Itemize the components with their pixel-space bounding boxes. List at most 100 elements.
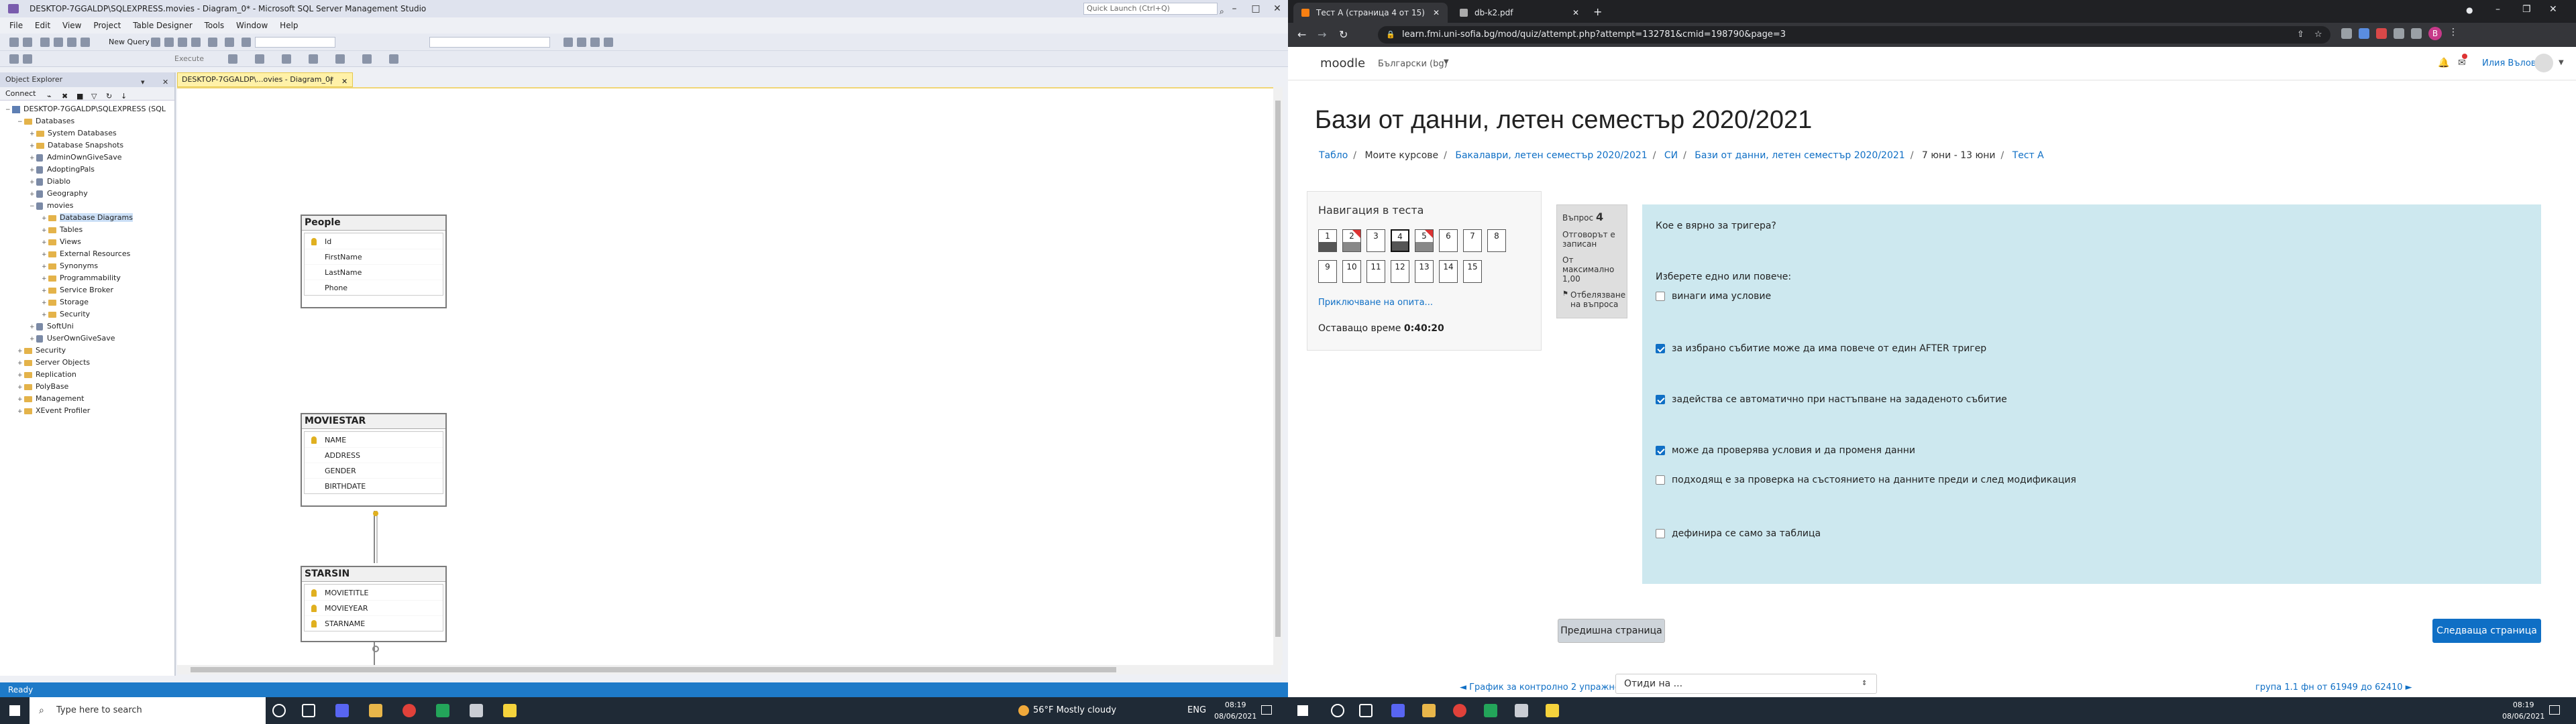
reload-icon[interactable]: ↻ (1339, 28, 1348, 41)
connect-icon[interactable]: ⌁ (47, 90, 52, 103)
tree-node[interactable]: + Management (0, 393, 174, 405)
expand-icon[interactable]: + (17, 357, 24, 369)
properties-icon[interactable] (564, 38, 573, 47)
customize-icon[interactable] (604, 38, 613, 47)
messages-icon[interactable]: ✉ (2458, 58, 2466, 68)
quiz-nav-button[interactable]: 7 (1463, 229, 1482, 252)
chrome-icon[interactable] (1453, 704, 1466, 717)
answer-checkbox[interactable] (1656, 529, 1665, 538)
check-icon[interactable] (228, 54, 237, 64)
table-people[interactable]: People Id FirstName LastName Phone (301, 215, 447, 308)
expand-icon[interactable]: + (17, 394, 24, 406)
table-moviestar[interactable]: MOVIESTAR NAME ADDRESS GENDER BIRTHDATE (301, 413, 447, 507)
expand-icon[interactable]: + (17, 345, 24, 357)
breadcrumb-link[interactable]: Бази от данни, летен семестър 2020/2021 (1695, 150, 1904, 161)
diagram-canvas[interactable]: People Id FirstName LastName Phone MOVIE… (177, 87, 1281, 666)
extension-icon[interactable] (2359, 28, 2369, 39)
new-query-button[interactable]: New Query (98, 37, 150, 48)
file-explorer-icon[interactable] (1422, 704, 1436, 717)
expand-icon[interactable]: + (17, 406, 24, 418)
expand-icon[interactable]: + (42, 261, 48, 273)
language-indicator[interactable]: ENG (1187, 705, 1206, 715)
browser-minimize-button[interactable]: – (2496, 4, 2500, 15)
moodle-logo[interactable]: moodle (1320, 56, 1365, 70)
browser-tab-quiz[interactable]: Тест А (страница 4 от 15) ✕ (1293, 3, 1448, 23)
pin-icon[interactable]: ▾ (141, 75, 145, 90)
column-row[interactable]: NAME (305, 432, 443, 447)
tree-node[interactable]: + AdminOwnGiveSave (0, 152, 174, 164)
column-row[interactable]: MOVIEYEAR (305, 600, 443, 615)
previous-page-button[interactable]: Предишна страница (1558, 619, 1665, 643)
quiz-nav-button[interactable]: 10 (1342, 260, 1361, 283)
tree-node[interactable]: + UserOwnGiveSave (0, 333, 174, 345)
quiz-nav-button[interactable]: 12 (1391, 260, 1409, 283)
filter-icon[interactable]: ▽ (91, 90, 97, 103)
quiz-nav-button[interactable]: 2 (1342, 229, 1361, 252)
tree-node[interactable]: − DESKTOP-7GGALDP\SQLEXPRESS (SQL (0, 103, 174, 115)
stop-icon[interactable]: ■ (76, 90, 83, 103)
breadcrumb-link[interactable]: Тест А (2012, 150, 2044, 161)
menu-window[interactable]: Window (236, 21, 268, 30)
scroll-thumb[interactable] (191, 667, 1116, 672)
column-row[interactable]: BIRTHDATE (305, 478, 443, 493)
quiz-nav-button[interactable]: 5 (1415, 229, 1434, 252)
disconnect-icon[interactable]: ✖ (62, 90, 68, 103)
table-starsin[interactable]: STARSIN MOVIETITLE MOVIEYEAR STARNAME (301, 566, 447, 642)
tree-node[interactable]: + Geography (0, 188, 174, 200)
menu-help[interactable]: Help (280, 21, 298, 30)
menu-edit[interactable]: Edit (35, 21, 50, 30)
tab-close-icon[interactable]: ✕ (341, 75, 347, 88)
column-row[interactable]: LastName (305, 264, 443, 280)
forward-icon[interactable] (23, 38, 32, 47)
windows-start-icon[interactable] (1297, 705, 1308, 716)
menu-project[interactable]: Project (93, 21, 121, 30)
column-row[interactable]: ADDRESS (305, 447, 443, 463)
quiz-nav-button[interactable]: 1 (1318, 229, 1337, 252)
quiz-nav-button[interactable]: 11 (1366, 260, 1385, 283)
grid-icon[interactable] (241, 38, 251, 47)
expand-icon[interactable]: + (42, 273, 48, 285)
tree-node[interactable]: + Service Broker (0, 284, 174, 296)
browser-close-button[interactable]: ✕ (2549, 4, 2557, 15)
extension-icon[interactable] (2341, 28, 2352, 39)
menu-file[interactable]: File (9, 21, 23, 30)
flag-question-link[interactable]: ⚑ Отбелязване на въпроса (1562, 290, 1625, 309)
tree-node[interactable]: + Synonyms (0, 260, 174, 272)
oe-close-icon[interactable]: ✕ (162, 75, 168, 90)
tree-node[interactable]: + Database Snapshots (0, 139, 174, 152)
expand-icon[interactable]: + (42, 225, 48, 237)
new-icon[interactable] (40, 38, 50, 47)
tree-node[interactable]: + XEvent Profiler (0, 405, 174, 417)
new-tab-icon[interactable]: + (1593, 5, 1602, 18)
next-page-button[interactable]: Следваща страница (2432, 619, 2541, 643)
answer-checkbox[interactable] (1656, 292, 1665, 301)
database-icon[interactable] (23, 54, 32, 64)
tab-close-icon[interactable]: ✕ (1433, 3, 1440, 23)
expand-icon[interactable]: + (30, 164, 36, 176)
tree-node[interactable]: + Server Objects (0, 357, 174, 369)
language-menu[interactable]: Български (bg) (1378, 59, 1448, 69)
column-row[interactable]: Phone (305, 280, 443, 295)
expand-icon[interactable]: + (30, 152, 36, 164)
tree-node[interactable]: + Security (0, 308, 174, 320)
browser-maximize-button[interactable]: ❐ (2522, 4, 2531, 15)
chrome-icon[interactable] (402, 704, 416, 717)
bookmark-star-icon[interactable]: ☆ (2314, 26, 2322, 44)
toolbox-icon[interactable] (590, 38, 600, 47)
tree-node[interactable]: + Security (0, 345, 174, 357)
diagram-vertical-scrollbar[interactable] (1273, 87, 1283, 665)
menu-table-designer[interactable]: Table Designer (133, 21, 193, 30)
tools-icon[interactable] (577, 38, 586, 47)
quiz-nav-button[interactable]: 4 (1391, 229, 1409, 252)
share-icon[interactable]: ⇧ (2297, 26, 2304, 44)
lock-icon[interactable]: 🔒 (1386, 26, 1395, 44)
breadcrumb-link[interactable]: Бакалаври, летен семестър 2020/2021 (1455, 150, 1647, 161)
scroll-thumb[interactable] (1275, 101, 1281, 637)
finish-attempt-link[interactable]: Приключване на опита... (1318, 298, 1433, 308)
search-icon[interactable] (1331, 704, 1344, 717)
user-avatar[interactable] (2534, 54, 2553, 72)
back-arrow-icon[interactable]: ← (1297, 28, 1306, 41)
profile-dot-icon[interactable]: ● (2466, 5, 2473, 15)
ssms-taskbar-icon[interactable] (1515, 704, 1528, 717)
tree-node[interactable]: + System Databases (0, 127, 174, 139)
